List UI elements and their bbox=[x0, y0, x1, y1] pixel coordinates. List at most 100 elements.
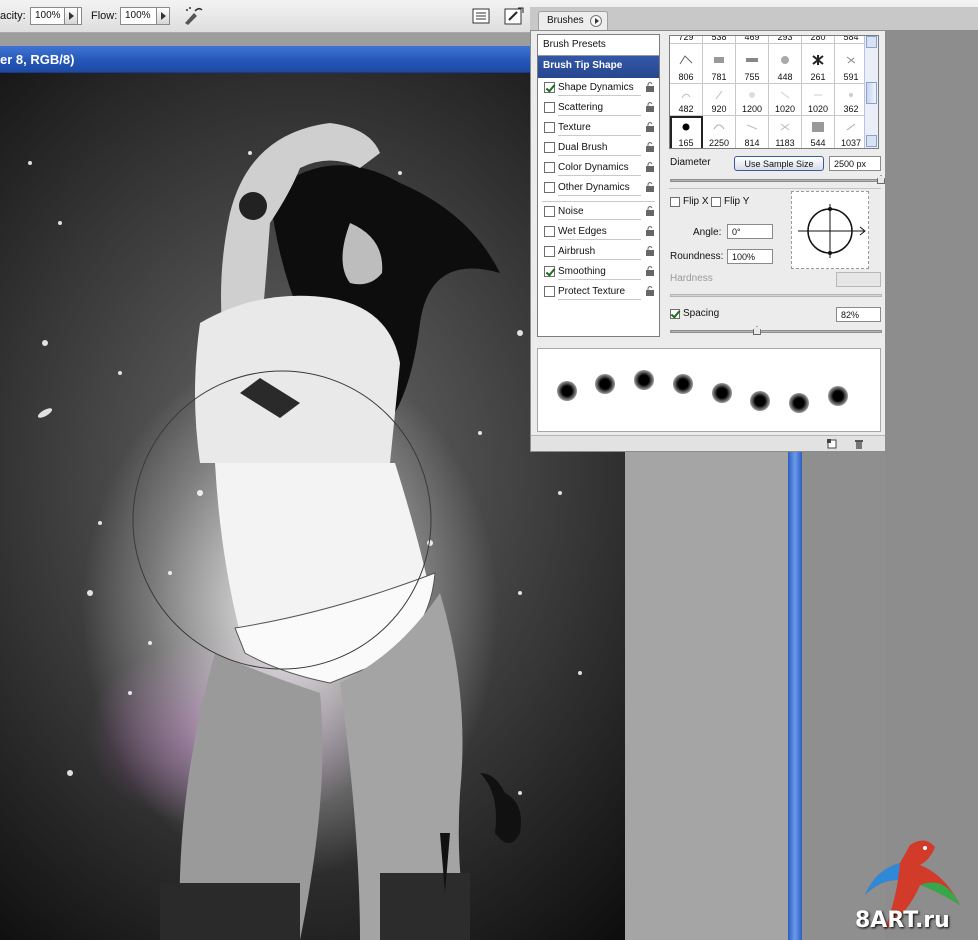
angle-roundness-widget[interactable] bbox=[791, 191, 869, 269]
spacing-slider-thumb[interactable] bbox=[752, 326, 761, 335]
tip-size: 280 bbox=[810, 35, 826, 42]
spacing-slider-track[interactable] bbox=[670, 330, 882, 333]
shape-dynamics-checkbox[interactable] bbox=[544, 82, 555, 93]
lock-icon[interactable] bbox=[645, 141, 655, 153]
brush-tip[interactable]: 261 bbox=[802, 44, 835, 84]
option-wet-edges[interactable]: Wet Edges bbox=[538, 222, 659, 242]
flip-y-checkbox[interactable] bbox=[711, 197, 721, 207]
option-protect-texture[interactable]: Protect Texture bbox=[538, 282, 659, 302]
airbrush-checkbox[interactable] bbox=[544, 246, 555, 257]
diameter-field[interactable]: 2500 px bbox=[829, 156, 881, 171]
color-dynamics-checkbox[interactable] bbox=[544, 162, 555, 173]
brush-options-list: Brush Presets Brush Tip Shape Shape Dyna… bbox=[537, 34, 660, 337]
lock-icon[interactable] bbox=[645, 285, 655, 297]
brushes-tab[interactable]: Brushes bbox=[538, 11, 608, 30]
flow-slider-button[interactable] bbox=[156, 7, 170, 25]
lock-icon[interactable] bbox=[645, 205, 655, 217]
brush-tip[interactable]: 544 bbox=[802, 116, 835, 148]
option-shape-dynamics[interactable]: Shape Dynamics bbox=[538, 78, 659, 98]
texture-checkbox[interactable] bbox=[544, 122, 555, 133]
brush-tip[interactable]: 1183 bbox=[769, 116, 802, 148]
brush-tip-shape-item[interactable]: Brush Tip Shape bbox=[538, 56, 659, 78]
palette-toggle-icon[interactable] bbox=[470, 5, 492, 27]
roundness-field[interactable]: 100% bbox=[727, 249, 773, 264]
document-frame-edge bbox=[788, 450, 802, 940]
tip-size: 920 bbox=[711, 104, 727, 114]
lock-icon[interactable] bbox=[645, 81, 655, 93]
brush-tip[interactable]: 280 bbox=[802, 35, 835, 44]
trash-icon[interactable] bbox=[854, 439, 864, 449]
dual-brush-checkbox[interactable] bbox=[544, 142, 555, 153]
brush-tip[interactable]: 814 bbox=[736, 116, 769, 148]
smoothing-checkbox[interactable] bbox=[544, 266, 555, 277]
tip-size: 584 bbox=[843, 35, 859, 42]
spacing-field[interactable]: 82% bbox=[836, 307, 881, 322]
brush-tip[interactable]: 806 bbox=[670, 44, 703, 84]
airbrush-icon[interactable] bbox=[182, 5, 204, 27]
tip-size: 261 bbox=[810, 72, 826, 82]
tip-size: 538 bbox=[711, 35, 727, 42]
tip-grid-scrollbar[interactable] bbox=[864, 36, 878, 148]
brush-presets-item[interactable]: Brush Presets bbox=[538, 35, 659, 56]
option-airbrush[interactable]: Airbrush bbox=[538, 242, 659, 262]
other-dynamics-checkbox[interactable] bbox=[544, 182, 555, 193]
protect-texture-checkbox[interactable] bbox=[544, 286, 555, 297]
option-label: Other Dynamics bbox=[558, 182, 630, 193]
brush-tip[interactable]: 293 bbox=[769, 35, 802, 44]
lock-icon[interactable] bbox=[645, 181, 655, 193]
option-texture[interactable]: Texture bbox=[538, 118, 659, 138]
option-smoothing[interactable]: Smoothing bbox=[538, 262, 659, 282]
option-color-dynamics[interactable]: Color Dynamics bbox=[538, 158, 659, 178]
tip-size: 1183 bbox=[775, 138, 795, 148]
brush-tip[interactable]: 2250 bbox=[703, 116, 736, 148]
option-other-dynamics[interactable]: Other Dynamics bbox=[538, 178, 659, 198]
brush-tip[interactable]: 448 bbox=[769, 44, 802, 84]
lock-icon[interactable] bbox=[645, 101, 655, 113]
panel-menu-icon[interactable] bbox=[590, 15, 602, 27]
option-label: Dual Brush bbox=[558, 142, 608, 153]
noise-checkbox[interactable] bbox=[544, 206, 555, 217]
brush-tip[interactable]: 729 bbox=[670, 36, 703, 44]
brush-tip[interactable]: 781 bbox=[703, 44, 736, 84]
brush-tip[interactable]: 1020 bbox=[802, 84, 835, 116]
tip-size: 1200 bbox=[741, 104, 763, 114]
diameter-slider-track[interactable] bbox=[670, 179, 882, 182]
preview-dab bbox=[789, 393, 809, 413]
lock-icon[interactable] bbox=[645, 245, 655, 257]
brush-tip[interactable]: 1200 bbox=[736, 84, 769, 116]
brush-tip[interactable]: 1020 bbox=[769, 84, 802, 116]
new-brush-icon[interactable] bbox=[827, 439, 837, 449]
angle-field[interactable]: 0° bbox=[727, 224, 773, 239]
opacity-slider-button[interactable] bbox=[64, 7, 78, 25]
scattering-checkbox[interactable] bbox=[544, 102, 555, 113]
brush-tip[interactable]: 538 bbox=[703, 35, 736, 44]
use-sample-size-button[interactable]: Use Sample Size bbox=[734, 156, 824, 171]
lock-icon[interactable] bbox=[645, 121, 655, 133]
brushes-tab-label: Brushes bbox=[547, 15, 584, 26]
option-label: Scattering bbox=[558, 102, 604, 113]
brush-tip[interactable]: 469 bbox=[736, 36, 769, 44]
option-dual-brush[interactable]: Dual Brush bbox=[538, 138, 659, 158]
tip-size: 293 bbox=[777, 35, 793, 42]
flip-x-checkbox[interactable] bbox=[670, 197, 680, 207]
brush-tip[interactable]: 482 bbox=[670, 84, 703, 116]
spacing-checkbox[interactable] bbox=[670, 309, 680, 319]
brush-tip-selected[interactable]: 165 bbox=[670, 116, 703, 148]
option-scattering[interactable]: Scattering bbox=[538, 98, 659, 118]
wet-edges-checkbox[interactable] bbox=[544, 226, 555, 237]
option-label: Airbrush bbox=[558, 246, 596, 257]
option-noise[interactable]: Noise bbox=[538, 202, 659, 222]
diameter-slider-thumb[interactable] bbox=[876, 175, 885, 184]
scroll-up-icon[interactable] bbox=[866, 36, 877, 48]
brush-tip[interactable]: 920 bbox=[703, 84, 736, 116]
lock-icon[interactable] bbox=[645, 225, 655, 237]
lock-icon[interactable] bbox=[645, 265, 655, 277]
lock-icon[interactable] bbox=[645, 161, 655, 173]
brush-palette-icon[interactable] bbox=[503, 5, 525, 27]
tip-size: 1020 bbox=[807, 104, 829, 114]
brush-tip[interactable]: 755 bbox=[736, 44, 769, 84]
scroll-down-icon[interactable] bbox=[866, 135, 877, 147]
workspace-gray bbox=[625, 450, 788, 940]
option-label: Noise bbox=[558, 206, 584, 217]
scrollbar-thumb[interactable] bbox=[866, 82, 877, 104]
